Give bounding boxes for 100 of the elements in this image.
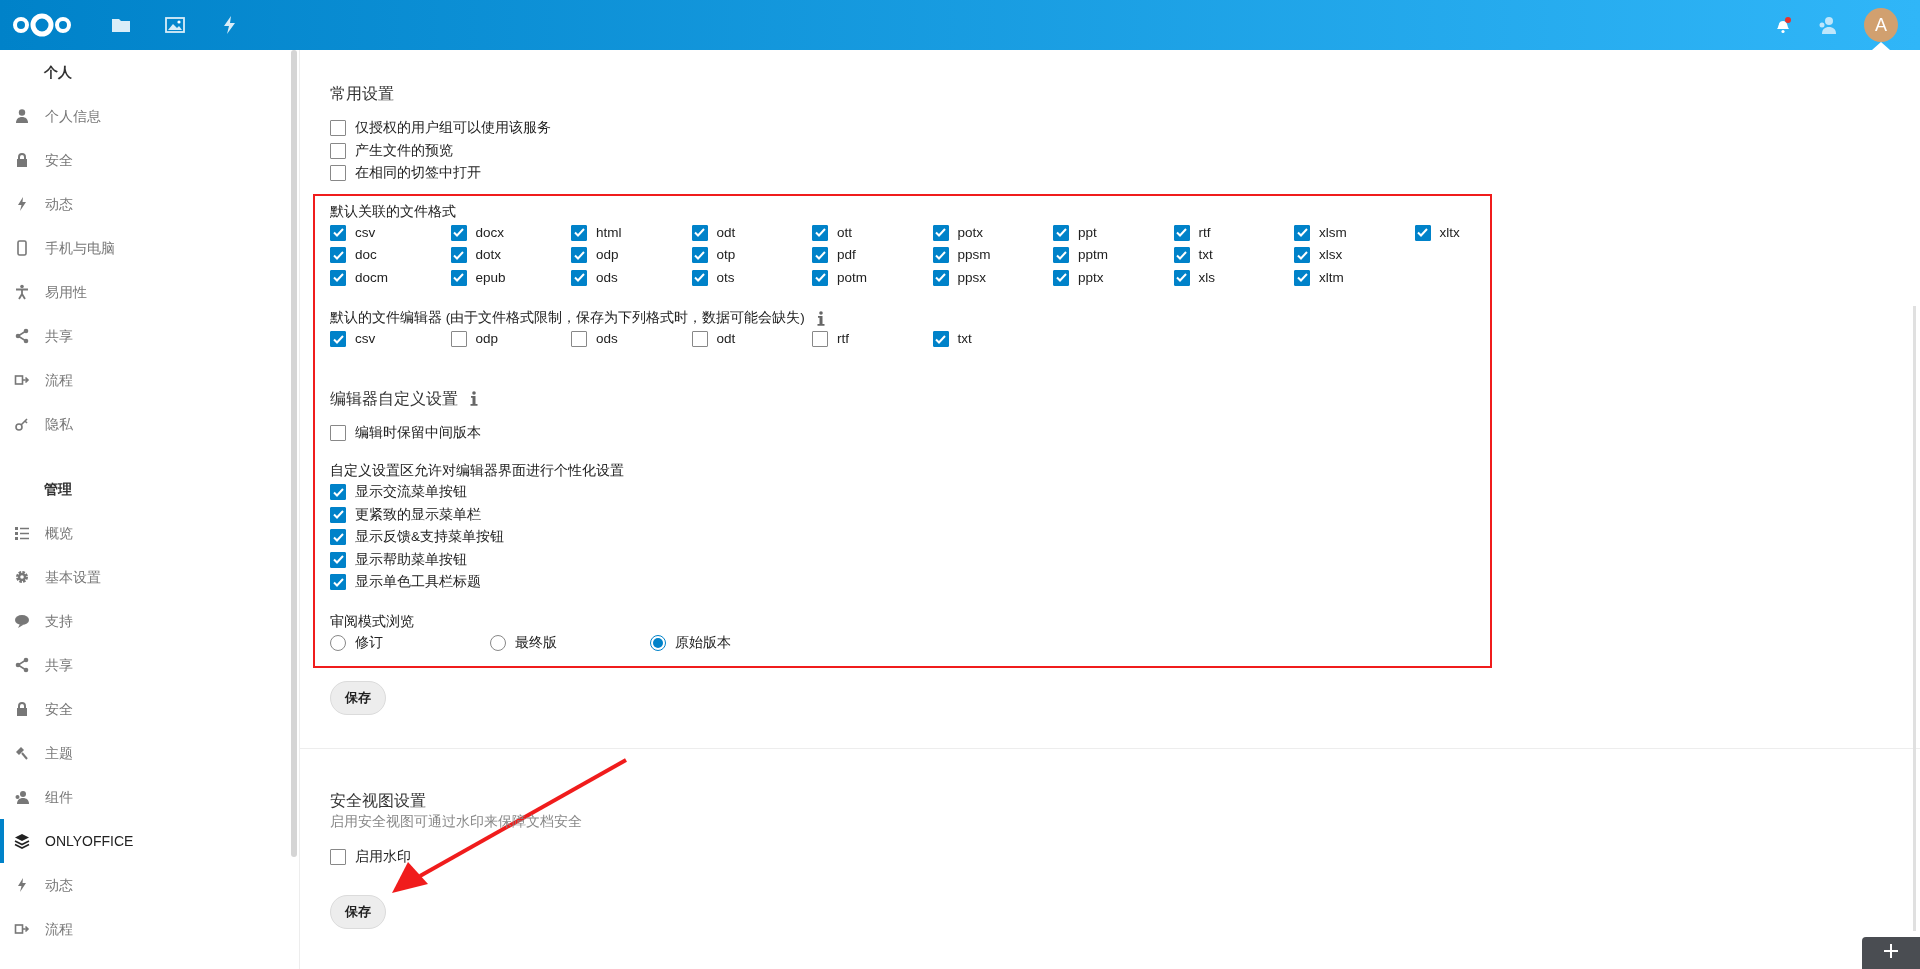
checkbox-label: csv [355,330,376,349]
checkbox[interactable] [1053,247,1069,264]
settings-icon [14,569,30,585]
checkbox[interactable] [330,247,346,264]
logo-icon[interactable] [12,12,72,38]
lock-icon [14,152,30,168]
checkbox[interactable] [691,269,708,286]
checkbox[interactable] [330,506,346,523]
checkbox[interactable] [691,247,708,264]
checkbox[interactable] [450,247,467,264]
checkbox[interactable] [330,574,346,591]
checkbox[interactable] [450,269,467,286]
sidebar-item[interactable]: 手机与电脑 [0,226,299,270]
checkbox[interactable] [330,331,346,348]
checkbox[interactable] [812,269,828,286]
sidebar-item[interactable]: 安全 [0,687,299,731]
sidebar-item[interactable]: 个人信息 [0,94,299,138]
checkbox[interactable] [330,424,346,441]
checkbox-label: rtf [837,330,849,349]
checkbox-label: ots [716,268,735,287]
sidebar-item[interactable]: 基本设置 [0,555,299,599]
checkbox[interactable] [330,120,346,137]
checkbox[interactable] [330,269,346,286]
checkbox-label: 在相同的切签中打开 [355,164,481,183]
radio-button[interactable] [650,634,666,651]
checkbox[interactable] [571,247,587,264]
checkbox[interactable] [932,331,949,348]
checkbox[interactable] [691,224,708,241]
checkbox[interactable] [330,224,346,241]
checkbox[interactable] [812,224,828,241]
checkbox[interactable] [1173,224,1190,241]
floating-button[interactable] [1862,937,1920,969]
checkbox[interactable] [1294,247,1310,264]
sidebar-item[interactable]: 安全 [0,138,299,182]
checkbox[interactable] [932,224,949,241]
sidebar-item[interactable]: 组件 [0,775,299,819]
checkbox[interactable] [1294,269,1310,286]
save-button[interactable]: 保存 [330,894,386,929]
brush-icon [14,745,30,761]
checkbox[interactable] [571,224,587,241]
info-icon[interactable] [470,391,478,406]
checkbox[interactable] [932,247,949,264]
sidebar-item[interactable]: 支持 [0,599,299,643]
checkbox-label: ppt [1078,223,1097,242]
checkbox[interactable] [330,849,346,866]
sidebar-item[interactable]: 流程 [0,907,299,951]
sidebar-item[interactable]: 动态 [0,182,299,226]
checkbox[interactable] [330,484,346,501]
radio-button[interactable] [490,634,506,651]
checkbox[interactable] [691,331,708,348]
checkbox[interactable] [932,269,949,286]
sidebar-item[interactable]: 概览 [0,511,299,555]
checkbox[interactable] [812,247,828,264]
checkbox-label: potm [837,268,867,287]
checkbox[interactable] [571,331,587,348]
sidebar-item[interactable]: ONLYOFFICE [0,819,299,863]
section-title: 常用设置 [330,84,395,104]
checkbox[interactable] [1173,247,1190,264]
checkbox[interactable] [812,331,828,348]
checkbox[interactable] [1053,269,1069,286]
sidebar-item[interactable]: 流程 [0,358,299,402]
checkbox-label: docx [475,223,505,242]
checkbox[interactable] [1173,269,1190,286]
checkbox-label: xls [1198,268,1215,287]
checkbox[interactable] [571,269,587,286]
save-button[interactable]: 保存 [330,681,386,715]
checkbox[interactable] [330,142,346,159]
sidebar-item[interactable]: 动态 [0,863,299,907]
checkbox-label: xltm [1319,268,1344,287]
checkbox-label: 显示单色工具栏标题 [355,573,481,592]
checkbox[interactable] [330,529,346,546]
checkbox-label: pdf [837,246,856,265]
group-title: 审阅模式浏览 [330,612,415,631]
checkbox[interactable] [1414,224,1431,241]
info-icon[interactable] [816,310,825,326]
checkbox[interactable] [450,224,467,241]
group-title: 默认关联的文件格式 [330,203,456,219]
sidebar-item[interactable]: 易用性 [0,270,299,314]
checkbox[interactable] [450,331,467,348]
radio-button[interactable] [330,634,346,651]
checkbox-label: xlsx [1319,246,1343,265]
image-icon[interactable] [164,14,186,36]
checkbox-label: 产生文件的预览 [355,141,453,160]
checkbox-label: potx [957,223,984,242]
checkbox[interactable] [1294,224,1310,241]
sidebar-item[interactable]: 共享 [0,314,299,358]
checkbox-label: ppsx [957,268,987,287]
checkbox-label: ods [596,330,618,349]
notification-bell-icon[interactable] [1774,16,1792,34]
checkbox[interactable] [330,165,346,182]
checkbox-label: docm [355,268,388,287]
menu-pointer-icon [1872,42,1890,50]
checkbox[interactable] [330,551,346,568]
checkbox-label: 仅授权的用户组可以使用该服务 [355,119,551,138]
sidebar-item[interactable]: 隐私 [0,402,299,446]
sidebar-item[interactable]: 主题 [0,731,299,775]
sidebar-item[interactable]: 共享 [0,643,299,687]
section-heading: 管理 [43,480,73,499]
checkbox[interactable] [1053,224,1069,241]
accessibility-icon [14,284,30,300]
